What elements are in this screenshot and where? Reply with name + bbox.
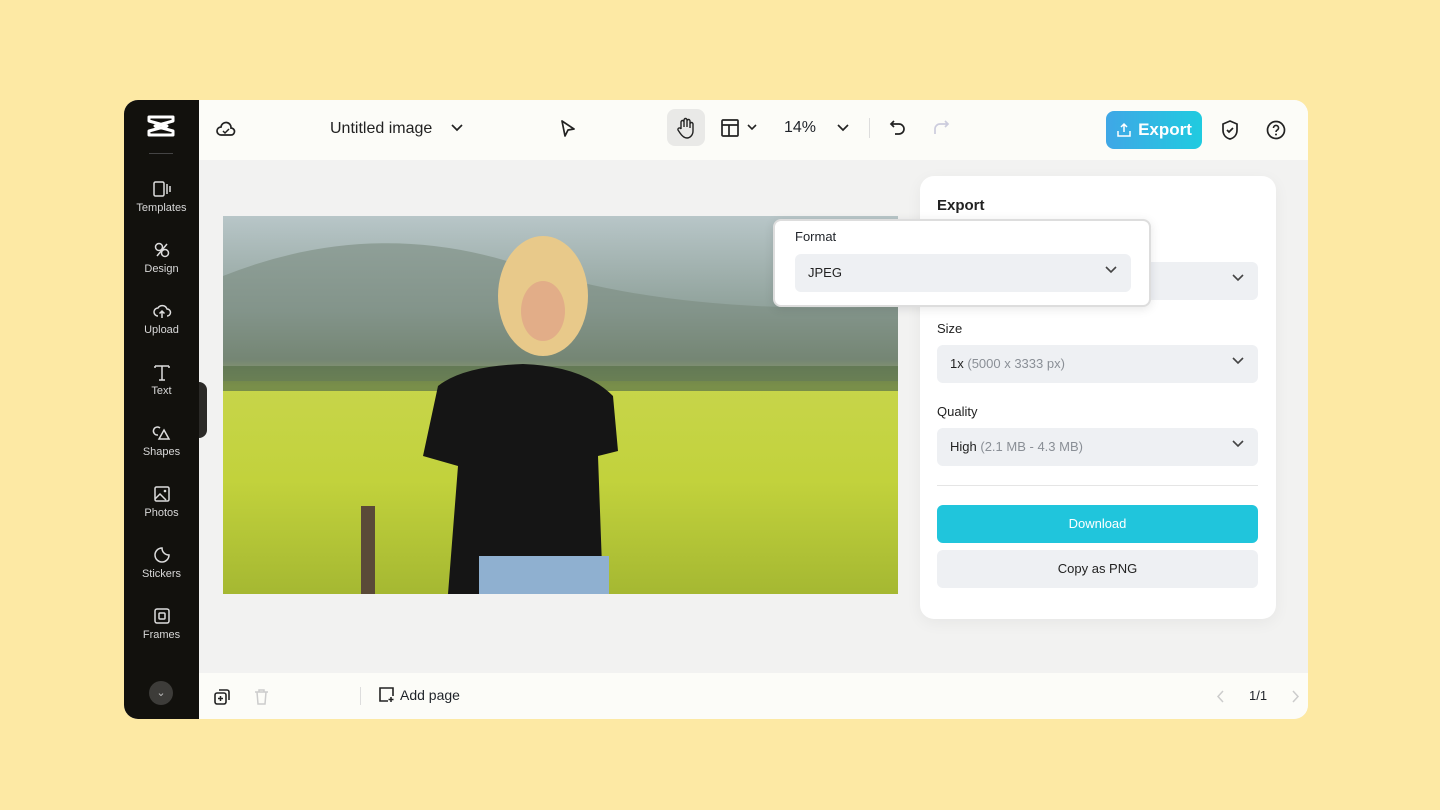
sidebar-item-design[interactable]: Design [124, 240, 199, 275]
sidebar-item-shapes[interactable]: Shapes [124, 423, 199, 458]
layout-icon[interactable] [721, 119, 739, 137]
undo-icon[interactable] [889, 118, 907, 138]
divider [360, 687, 361, 705]
sidebar-item-photos[interactable]: Photos [124, 484, 199, 519]
zoom-chevron-down-icon[interactable] [837, 124, 849, 132]
sidebar-item-text[interactable]: Text [124, 362, 199, 397]
download-button[interactable]: Download [937, 505, 1258, 543]
add-page-icon [379, 687, 394, 702]
redo-icon [934, 120, 950, 134]
export-button[interactable]: Export [1106, 111, 1202, 149]
format-label: Format [795, 229, 837, 244]
sidebar-item-stickers[interactable]: Stickers [124, 545, 199, 580]
app-window: Templates Design Upload Text Shapes Photos Sti… [124, 100, 1308, 719]
sidebar-item-label: Templates [136, 202, 187, 214]
sidebar-item-label: Design [144, 263, 179, 275]
chevron-down-icon [1232, 440, 1244, 448]
collapse-sidebar-handle[interactable] [199, 382, 207, 438]
chevron-down-icon [1105, 266, 1117, 274]
quality-select[interactable]: High (2.1 MB - 4.3 MB) [937, 428, 1258, 466]
sidebar-item-label: Frames [142, 629, 181, 641]
format-select[interactable]: JPEG [795, 254, 1131, 292]
sidebar-item-upload[interactable]: Upload [124, 301, 199, 336]
quality-detail: (2.1 MB - 4.3 MB) [980, 439, 1083, 454]
sidebar-item-label: Shapes [142, 446, 181, 458]
capcut-logo-icon [147, 115, 175, 137]
layout-chevron-down-icon[interactable] [747, 124, 757, 131]
page-indicator: 1/1 [1249, 688, 1268, 703]
export-button-label: Export [1138, 120, 1192, 139]
sidebar: Templates Design Upload Text Shapes Photos Sti… [124, 100, 199, 719]
top-toolbar: Untitled image 14% Export [199, 100, 1308, 160]
format-dropdown-popup: Format JPEG [773, 219, 1151, 307]
hand-tool-button[interactable] [667, 109, 705, 146]
hand-icon [677, 117, 694, 139]
sidebar-item-frames[interactable]: Frames [124, 606, 199, 641]
cloud-save-icon[interactable] [215, 119, 237, 139]
sidebar-item-templates[interactable]: Templates [124, 179, 199, 214]
stickers-icon [153, 547, 170, 563]
duplicate-page-icon[interactable] [214, 688, 231, 705]
shapes-icon [152, 426, 170, 440]
export-upload-icon [1117, 122, 1131, 137]
sidebar-item-label: Text [151, 385, 172, 397]
title-chevron-down-icon[interactable] [451, 124, 463, 132]
size-select[interactable]: 1x (5000 x 3333 px) [937, 345, 1258, 383]
text-icon [153, 365, 170, 381]
previous-page-icon[interactable] [1216, 690, 1224, 703]
document-title[interactable]: Untitled image [330, 120, 432, 138]
photos-icon [153, 486, 170, 502]
add-page-button[interactable]: Add page [378, 686, 460, 703]
frames-icon [153, 608, 170, 624]
quality-label: Quality [937, 404, 978, 419]
design-icon [154, 242, 169, 258]
upload-icon [152, 304, 171, 318]
delete-page-icon [255, 689, 268, 705]
zoom-level[interactable]: 14% [784, 119, 816, 137]
shield-icon[interactable] [1220, 119, 1240, 141]
sidebar-item-label: Stickers [141, 568, 182, 580]
quality-value: High [950, 439, 977, 454]
bottom-bar: Add page 1/1 [199, 673, 1308, 719]
format-value: JPEG [808, 265, 842, 280]
export-panel-title: Export [937, 197, 985, 214]
chevron-down-icon [1232, 357, 1244, 365]
size-detail: (5000 x 3333 px) [967, 356, 1065, 371]
next-page-icon[interactable] [1292, 690, 1300, 703]
sidebar-item-label: Upload [144, 324, 179, 336]
more-tools-button[interactable]: ⌄ [149, 681, 173, 705]
select-pointer-icon[interactable] [559, 119, 577, 139]
sidebar-item-label: Photos [144, 507, 179, 519]
templates-icon [152, 181, 171, 197]
add-page-label: Add page [400, 686, 460, 703]
size-value: 1x [950, 356, 964, 371]
copy-as-png-button[interactable]: Copy as PNG [937, 550, 1258, 588]
size-label: Size [937, 321, 963, 336]
divider [149, 153, 173, 154]
chevron-down-icon [1232, 274, 1244, 282]
divider [869, 118, 870, 138]
help-icon[interactable] [1266, 120, 1286, 140]
divider [937, 485, 1258, 486]
